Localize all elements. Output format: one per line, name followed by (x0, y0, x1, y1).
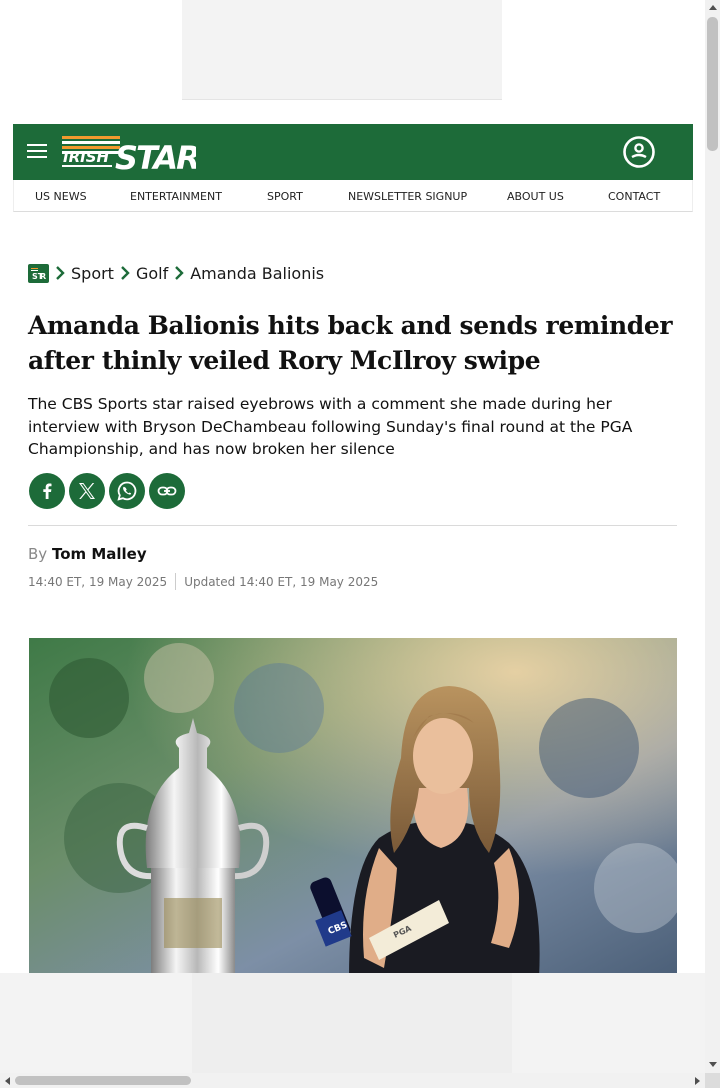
nav-item-sport[interactable]: SPORT (267, 190, 303, 203)
byline-divider (28, 525, 677, 526)
svg-text:R: R (40, 272, 46, 280)
whatsapp-icon (117, 481, 137, 501)
breadcrumb-sport[interactable]: Sport (71, 264, 114, 283)
published-date: 14:40 ET, 19 May 2025 (28, 574, 168, 589)
byline-prefix: By (28, 545, 48, 563)
article-dates: 14:40 ET, 19 May 2025 Updated 14:40 ET, … (28, 573, 378, 590)
nav-item-entertainment[interactable]: ENTERTAINMENT (130, 190, 222, 203)
whatsapp-share-button[interactable] (109, 473, 145, 509)
logo-word-star: STAR (115, 139, 196, 174)
copy-link-share-button[interactable] (149, 473, 185, 509)
scroll-right-arrow-icon[interactable] (695, 1077, 700, 1085)
user-account-icon[interactable] (622, 135, 656, 169)
breadcrumb-golf[interactable]: Golf (136, 264, 168, 283)
bottom-ad-slot[interactable] (0, 973, 705, 1073)
breadcrumb: ST R Sport Golf Amanda Balionis (28, 262, 324, 284)
top-ad-slot[interactable] (182, 0, 502, 100)
horizontal-scroll-thumb[interactable] (15, 1076, 191, 1085)
x-share-button[interactable] (69, 473, 105, 509)
updated-date: Updated 14:40 ET, 19 May 2025 (184, 574, 379, 589)
nav-item-newsletter-signup[interactable]: NEWSLETTER SIGNUP (348, 190, 467, 203)
horizontal-scrollbar[interactable] (0, 1073, 705, 1088)
facebook-icon (43, 483, 52, 499)
x-icon (79, 483, 95, 499)
byline: By Tom Malley (28, 545, 147, 563)
share-bar (29, 473, 185, 509)
vertical-scrollbar[interactable] (705, 0, 720, 1073)
hero-image[interactable]: CBS PGA (29, 638, 677, 978)
article-headline: Amanda Balionis hits back and sends remi… (28, 311, 673, 375)
article-standfirst: The CBS Sports star raised eyebrows with… (28, 395, 633, 458)
home-logo-icon[interactable]: ST R (28, 263, 49, 283)
vertical-scroll-thumb[interactable] (707, 17, 718, 151)
scroll-down-arrow-icon[interactable] (709, 1062, 717, 1067)
nav-item-about-us[interactable]: ABOUT US (507, 190, 564, 203)
chevron-right-icon (120, 263, 132, 283)
scroll-left-arrow-icon[interactable] (5, 1077, 10, 1085)
page: IRISH STAR US NEWS ENTERTAINMENT SPORT N… (0, 0, 705, 1073)
scrollbar-corner (705, 1073, 720, 1088)
chevron-right-icon (55, 263, 67, 283)
scroll-up-arrow-icon[interactable] (709, 5, 717, 10)
copy-link-icon (157, 486, 177, 496)
author-link[interactable]: Tom Malley (52, 545, 147, 563)
facebook-share-button[interactable] (29, 473, 65, 509)
hamburger-menu-icon[interactable] (26, 140, 48, 162)
chevron-right-icon (174, 263, 186, 283)
nav-item-us-news[interactable]: US NEWS (35, 190, 87, 203)
logo-word-irish: IRISH (63, 148, 110, 166)
breadcrumb-amanda-balionis[interactable]: Amanda Balionis (190, 264, 324, 283)
site-logo[interactable]: IRISH STAR (60, 130, 201, 177)
main-nav: US NEWS ENTERTAINMENT SPORT NEWSLETTER S… (13, 180, 693, 212)
site-header: IRISH STAR (13, 124, 693, 180)
nav-item-contact[interactable]: CONTACT (608, 190, 660, 203)
